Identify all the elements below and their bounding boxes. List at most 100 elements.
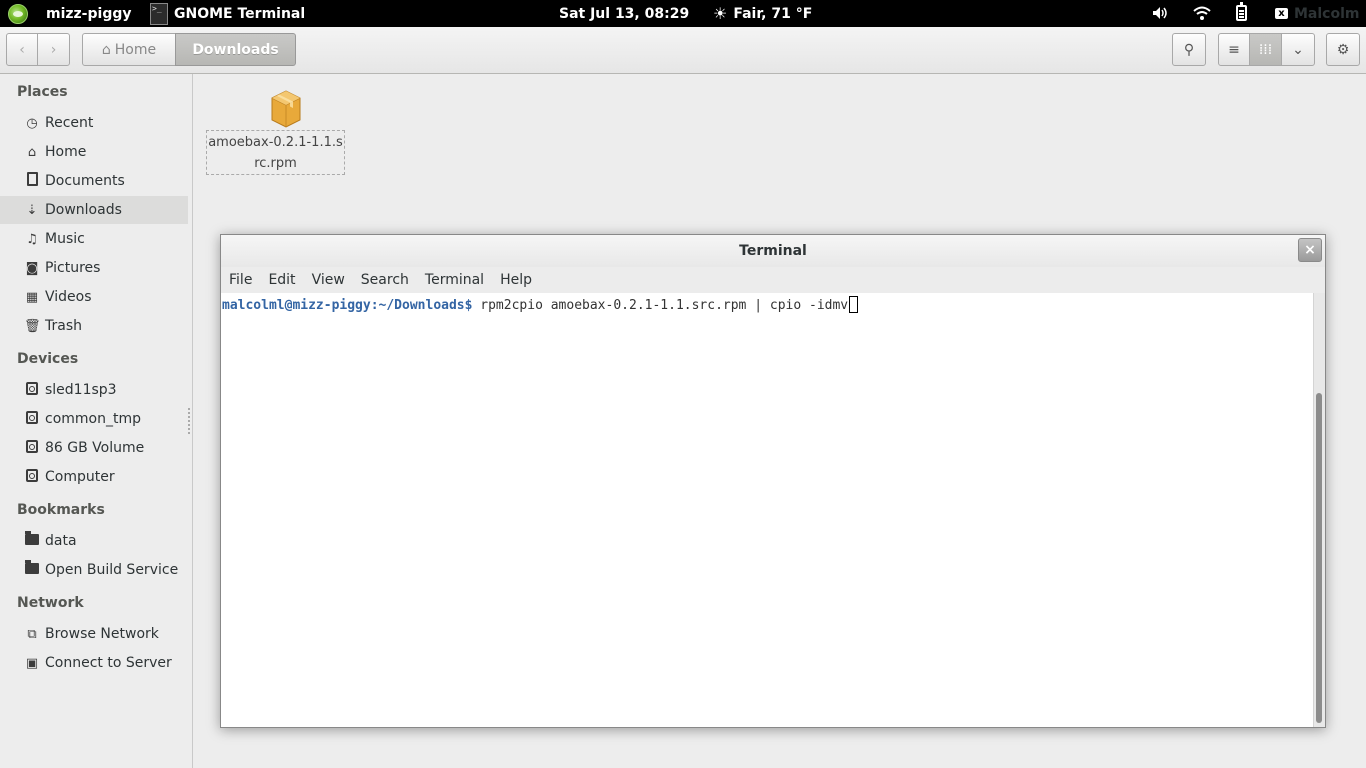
chevron-right-icon: › <box>50 41 57 58</box>
terminal-scrollbar[interactable] <box>1313 293 1325 727</box>
breadcrumb-downloads[interactable]: Downloads <box>175 33 296 66</box>
user-menu[interactable]: x Malcolm <box>1275 0 1359 27</box>
server-icon: ▣ <box>25 655 39 671</box>
sidebar-item-music[interactable]: ♫ Music <box>0 225 188 253</box>
trash-icon: 🗑 <box>24 318 41 334</box>
package-icon <box>271 90 301 128</box>
drive-icon <box>24 410 40 428</box>
sidebar-item-label: Home <box>45 144 87 160</box>
devices-heading: Devices <box>17 351 79 367</box>
settings-button[interactable]: ⚙ <box>1326 33 1360 66</box>
sidebar-item-label: Recent <box>45 115 94 131</box>
sidebar-item-recent[interactable]: ◷ Recent <box>0 109 188 137</box>
sidebar-item-computer[interactable]: Computer <box>0 463 188 491</box>
clock[interactable]: Sat Jul 13, 08:29 <box>559 0 689 27</box>
breadcrumb-home-label: Home <box>114 41 157 58</box>
network-heading: Network <box>17 595 84 611</box>
search-button[interactable]: ⚲ <box>1172 33 1206 66</box>
pane-resize-handle[interactable] <box>188 408 190 434</box>
app-menu[interactable]: >_ GNOME Terminal <box>150 0 305 27</box>
grid-icon: ⁞⁞⁞ <box>1258 41 1273 58</box>
chevron-left-icon: ‹ <box>19 41 25 58</box>
command-text: rpm2cpio amoebax-0.2.1-1.1.src.rpm | cpi… <box>472 298 849 313</box>
terminal-window: Terminal × File Edit View Search Termina… <box>220 234 1326 728</box>
sidebar-item-trash[interactable]: 🗑 Trash <box>0 312 188 340</box>
sidebar-item-label: Pictures <box>45 260 101 276</box>
close-button[interactable]: × <box>1298 238 1322 262</box>
sidebar-item-label: Videos <box>45 289 92 305</box>
menu-search[interactable]: Search <box>353 272 417 288</box>
home-icon: ⌂ <box>101 41 111 58</box>
sidebar-item-common-tmp[interactable]: common_tmp <box>0 405 188 433</box>
list-view-button[interactable]: ≡ <box>1218 33 1250 66</box>
terminal-app-icon: >_ <box>150 2 168 25</box>
sidebar-item-86gb-volume[interactable]: 86 GB Volume <box>0 434 188 462</box>
menu-view[interactable]: View <box>304 272 353 288</box>
sidebar-item-downloads[interactable]: ⇣ Downloads <box>0 196 188 224</box>
sidebar-item-label: Computer <box>45 469 115 485</box>
drive-icon <box>24 439 40 457</box>
sidebar-item-label: Documents <box>45 173 125 189</box>
text-cursor <box>849 296 859 313</box>
terminal-output[interactable]: malcolml@mizz-piggy:~/Downloads$ rpm2cpi… <box>221 293 1313 727</box>
user-status-icon: x <box>1275 8 1288 19</box>
distro-logo-icon <box>8 3 28 24</box>
clock-icon: ◷ <box>26 115 38 131</box>
menu-terminal[interactable]: Terminal <box>417 272 492 288</box>
terminal-titlebar[interactable]: Terminal × <box>221 235 1325 267</box>
folder-icon <box>24 559 40 578</box>
hostname-label: mizz-piggy <box>46 5 132 22</box>
menu-edit[interactable]: Edit <box>260 272 303 288</box>
breadcrumb-home[interactable]: ⌂ Home <box>82 33 176 66</box>
sidebar-item-label: Open Build Service <box>45 562 179 578</box>
sidebar-item-label: Downloads <box>45 202 122 218</box>
sidebar-item-sled11sp3[interactable]: sled11sp3 <box>0 376 188 404</box>
terminal-title: Terminal <box>739 243 807 259</box>
sidebar-item-open-build-service[interactable]: Open Build Service <box>0 556 188 584</box>
network-icon: ⧉ <box>27 626 37 642</box>
sidebar-item-data[interactable]: data <box>0 527 188 555</box>
view-options-button[interactable]: ⌄ <box>1281 33 1315 66</box>
menu-file[interactable]: File <box>221 272 260 288</box>
back-button[interactable]: ‹ <box>6 33 38 66</box>
volume-icon[interactable] <box>1152 6 1168 20</box>
list-icon: ≡ <box>1228 41 1240 58</box>
sidebar-item-label: common_tmp <box>45 411 141 427</box>
terminal-menubar: File Edit View Search Terminal Help <box>221 267 1325 293</box>
chevron-down-icon: ⌄ <box>1292 41 1304 58</box>
sidebar-item-pictures[interactable]: ◙ Pictures <box>0 254 188 282</box>
sidebar-item-label: Browse Network <box>45 626 159 642</box>
breadcrumb-current-label: Downloads <box>192 41 279 58</box>
menu-help[interactable]: Help <box>492 272 540 288</box>
file-manager-toolbar: ‹ › ⌂ Home Downloads ⚲ ≡ ⁞⁞⁞ ⌄ ⚙ <box>0 27 1366 74</box>
activities-button[interactable]: mizz-piggy <box>8 0 131 27</box>
grid-view-button[interactable]: ⁞⁞⁞ <box>1249 33 1282 66</box>
sidebar-item-home[interactable]: ⌂ Home <box>0 138 188 166</box>
file-item[interactable]: amoebax-0.2.1-1.1.src.rpm <box>206 84 345 176</box>
sidebar-item-connect-to-server[interactable]: ▣ Connect to Server <box>0 649 188 677</box>
drive-icon <box>24 468 40 486</box>
weather-indicator[interactable]: ☀ Fair, 71 °F <box>713 0 812 27</box>
music-icon: ♫ <box>26 231 38 247</box>
film-icon: ▦ <box>25 289 39 305</box>
forward-button[interactable]: › <box>37 33 70 66</box>
sidebar-item-label: data <box>45 533 77 549</box>
folder-icon <box>24 530 40 549</box>
sidebar-item-browse-network[interactable]: ⧉ Browse Network <box>0 620 188 648</box>
close-icon: × <box>1304 242 1316 258</box>
document-icon <box>24 172 40 190</box>
drive-icon <box>24 381 40 399</box>
bookmarks-heading: Bookmarks <box>17 502 105 518</box>
app-menu-label: GNOME Terminal <box>174 5 306 22</box>
sidebar-item-documents[interactable]: Documents <box>0 167 188 195</box>
file-name-label: amoebax-0.2.1-1.1.src.rpm <box>206 130 345 175</box>
sidebar-item-label: sled11sp3 <box>45 382 117 398</box>
scrollbar-thumb[interactable] <box>1316 393 1322 723</box>
sidebar-item-videos[interactable]: ▦ Videos <box>0 283 188 311</box>
wifi-icon[interactable] <box>1193 5 1211 21</box>
user-name: Malcolm <box>1294 5 1360 22</box>
sidebar-item-label: Music <box>45 231 85 247</box>
sidebar-item-label: Trash <box>45 318 82 334</box>
battery-icon[interactable] <box>1236 2 1247 21</box>
sidebar-item-label: 86 GB Volume <box>45 440 145 456</box>
